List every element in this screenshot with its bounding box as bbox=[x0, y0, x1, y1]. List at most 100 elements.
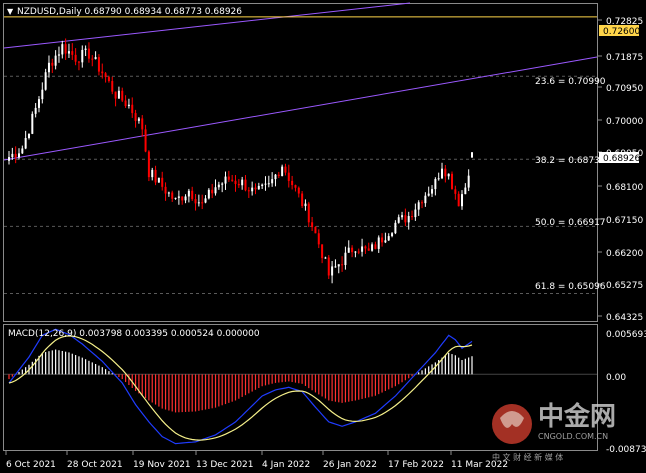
candle-body bbox=[171, 192, 174, 199]
candle-body bbox=[291, 180, 294, 186]
candle-body bbox=[201, 202, 204, 204]
candle-body bbox=[37, 99, 40, 108]
candle-body bbox=[394, 222, 397, 234]
candle-body bbox=[181, 196, 184, 201]
candle-body bbox=[317, 233, 320, 245]
candle-body bbox=[407, 216, 410, 223]
candle-body bbox=[44, 72, 47, 90]
date-label: 28 Oct 2021 bbox=[67, 460, 123, 470]
candle-body bbox=[107, 77, 110, 82]
candle-body bbox=[74, 54, 77, 62]
candle-body bbox=[11, 153, 14, 158]
candle-body bbox=[417, 202, 420, 210]
candle-body bbox=[131, 104, 134, 114]
candle-body bbox=[67, 51, 70, 54]
date-label: 4 Jan 2022 bbox=[262, 460, 310, 470]
candle-body bbox=[97, 57, 100, 72]
candle-body bbox=[121, 90, 124, 101]
candle-body bbox=[391, 233, 394, 237]
price-tick: 0.70950 bbox=[606, 84, 643, 94]
date-label: 13 Dec 2021 bbox=[196, 460, 254, 470]
candle-body bbox=[217, 184, 220, 188]
candle-body bbox=[457, 193, 460, 207]
candle-body bbox=[221, 183, 224, 185]
candle-body bbox=[41, 89, 44, 100]
price-tick: 0.64325 bbox=[606, 313, 643, 323]
candle-body bbox=[94, 57, 97, 60]
candle-body bbox=[151, 169, 154, 178]
candle-body bbox=[354, 251, 357, 253]
candle-body bbox=[364, 246, 367, 249]
candle-body bbox=[314, 226, 317, 234]
price-header: NZDUSD,Daily 0.68790 0.68934 0.68773 0.6… bbox=[17, 7, 242, 17]
candle-body bbox=[17, 153, 20, 158]
price-tick: 0.65275 bbox=[606, 281, 643, 291]
candle-body bbox=[341, 264, 344, 266]
candle-body bbox=[427, 193, 430, 196]
candle-body bbox=[211, 189, 214, 194]
watermark-slogan: 中 文 财 经 新 媒 体 bbox=[492, 452, 563, 462]
fib-label-61: 61.8 = 0.65096 bbox=[535, 282, 606, 292]
candle-body bbox=[381, 237, 384, 243]
candle-body bbox=[237, 183, 240, 186]
cngold-logo-icon bbox=[492, 404, 532, 444]
candle-body bbox=[224, 176, 227, 184]
candle-body bbox=[471, 152, 473, 158]
candle-body bbox=[14, 153, 17, 158]
candle-body bbox=[91, 58, 94, 60]
candle-body bbox=[411, 216, 414, 218]
date-label: 6 Oct 2021 bbox=[6, 460, 56, 470]
macd-tick: -0.008739 bbox=[606, 445, 646, 455]
candle-body bbox=[424, 195, 427, 204]
candle-body bbox=[404, 215, 407, 223]
candle-body bbox=[57, 54, 60, 56]
candle-body bbox=[144, 129, 147, 152]
candle-body bbox=[157, 177, 160, 183]
nzdusd-chart: 23.6 = 0.70990 38.2 = 0.68737 50.0 = 0.6… bbox=[0, 0, 646, 473]
candle-body bbox=[347, 247, 350, 253]
candle-body bbox=[271, 179, 274, 184]
candle-body bbox=[194, 199, 197, 204]
candle-body bbox=[337, 264, 340, 267]
macd-header: MACD(12,26,9) 0.003798 0.003395 0.000524… bbox=[8, 329, 260, 339]
current-price-label: 0.68926 bbox=[603, 154, 640, 164]
candle-body bbox=[294, 185, 297, 188]
candle-body bbox=[444, 168, 447, 177]
candle-body bbox=[344, 252, 347, 266]
candle-body bbox=[34, 107, 37, 114]
macd-tick: 0.005693 bbox=[606, 330, 646, 340]
level-label: 0.72600 bbox=[603, 27, 640, 37]
symbol-dropdown-icon[interactable]: ▼ bbox=[7, 7, 14, 16]
candle-body bbox=[87, 48, 90, 59]
candle-body bbox=[204, 198, 207, 203]
candle-body bbox=[71, 51, 74, 55]
candle-body bbox=[141, 118, 144, 130]
candle-body bbox=[31, 113, 34, 134]
candle-body bbox=[377, 237, 380, 249]
price-tick: 0.71875 bbox=[606, 53, 643, 63]
candle-body bbox=[467, 175, 470, 188]
candle-body bbox=[357, 251, 360, 253]
candle-body bbox=[47, 62, 50, 73]
candle-body bbox=[187, 190, 190, 197]
candle-body bbox=[454, 189, 457, 194]
candle-body bbox=[384, 240, 387, 243]
candle-body bbox=[197, 202, 200, 204]
candle-body bbox=[161, 177, 164, 187]
candle-body bbox=[184, 196, 187, 201]
watermark-brand: 中金网 bbox=[538, 401, 616, 432]
candle-body bbox=[81, 49, 84, 63]
candle-body bbox=[167, 192, 170, 194]
candle-body bbox=[101, 71, 104, 74]
candle-body bbox=[114, 91, 117, 99]
candle-body bbox=[437, 178, 440, 180]
candle-body bbox=[84, 48, 87, 50]
candle-body bbox=[77, 61, 80, 63]
candle-body bbox=[321, 244, 324, 259]
candle-body bbox=[387, 236, 390, 241]
macd-tick: 0.00 bbox=[606, 373, 626, 383]
candle-body bbox=[264, 183, 267, 185]
candle-body bbox=[177, 196, 180, 198]
candle-body bbox=[371, 244, 374, 251]
candle-body bbox=[374, 244, 377, 249]
